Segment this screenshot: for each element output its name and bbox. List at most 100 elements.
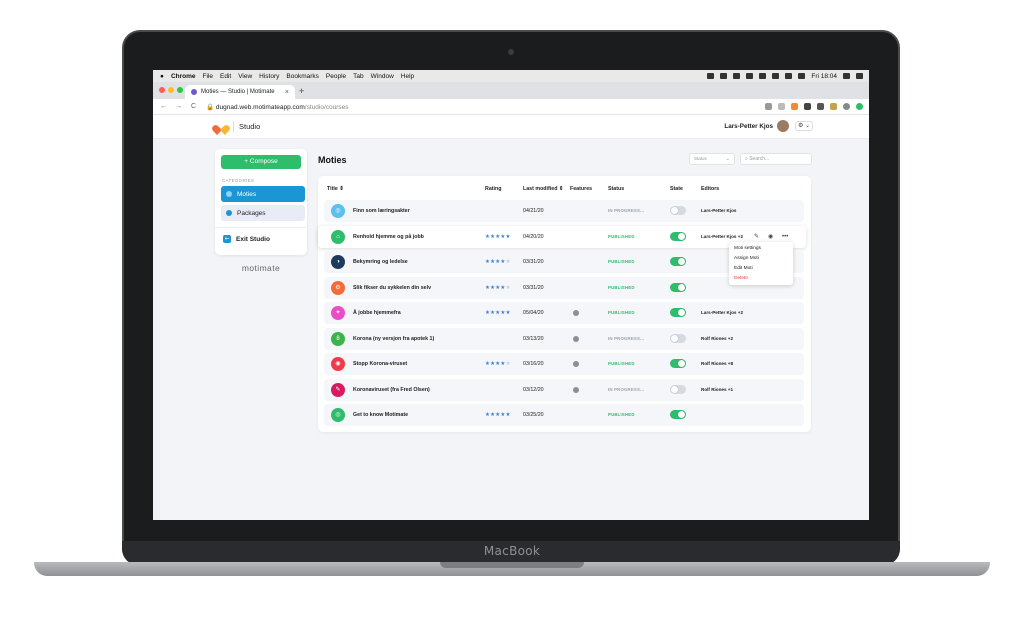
sidebar-item-moties[interactable]: Moties [221,186,305,202]
table-row[interactable]: ◉ Stopp Korona-viruset ★★★★★ 03/16/20 PUBLIS… [324,353,804,375]
settings-dropdown-button[interactable]: ⚙ ⌄ [795,121,813,131]
volume-icon[interactable] [785,73,793,79]
search-placeholder: Search... [749,156,770,162]
profile-avatar[interactable] [843,103,850,110]
menu-help[interactable]: Help [401,73,414,80]
table-row[interactable]: 8 Korona (ny versjon fra apotek 1) 03/13/2… [324,327,804,350]
exit-studio-button[interactable]: ⇠ Exit Studio [223,235,270,243]
airplay-icon[interactable] [746,73,754,79]
state-toggle[interactable] [670,410,686,419]
table-row[interactable]: ◎ Finn som læringsakter 04/21/20 IN PROGRES… [324,200,804,222]
state-toggle[interactable] [670,231,686,241]
menu-item-moti-settings[interactable]: Moti settings [734,246,761,251]
table-row[interactable]: ◎ Get to know Motimate ★★★★★ 03/25/20 PUBLIS… [324,404,804,426]
dropbox-icon[interactable] [707,73,715,79]
menu-view[interactable]: View [238,73,252,80]
row-title[interactable]: Slik fikser du sykkelen din selv [353,277,431,299]
sidebar-item-packages[interactable]: Packages [221,205,305,221]
moti-icon: ⌂ [331,229,345,244]
close-tab-icon[interactable]: × [285,89,289,96]
drive-icon[interactable] [733,73,741,79]
row-title[interactable]: Korona (ny versjon fra apotek 1) [353,328,434,350]
row-editors: Rolf Riones +8 [701,361,734,366]
menu-bookmarks[interactable]: Bookmarks [286,73,319,80]
new-tab-button[interactable]: + [299,86,304,96]
menu-item-edit-moti[interactable]: Edit Moti [734,266,753,271]
maximize-window-icon[interactable] [177,87,183,93]
column-header-title[interactable]: Title ⇕ [327,186,344,192]
row-title[interactable]: Renhold hjemme og på jobb [353,226,424,248]
bluetooth-icon[interactable] [759,73,767,79]
menu-people[interactable]: People [326,73,346,80]
table-row[interactable]: ✦ Å jobbe hjemmefra ★★★★★ 05/04/20 PUBLISHED… [324,302,804,324]
row-title[interactable]: Å jobbe hjemmefra [353,302,401,324]
avatar[interactable] [777,120,789,132]
state-toggle[interactable] [670,308,686,317]
toggle-knob [671,334,678,342]
close-window-icon[interactable] [159,87,165,93]
exit-label: Exit Studio [236,235,270,243]
notification-center-icon[interactable] [856,73,863,79]
menubar-clock[interactable]: Fri 18:04 [811,73,837,80]
row-title[interactable]: Get to know Motimate [353,404,408,426]
status-badge: PUBLISHED [608,412,635,417]
row-editors: Lars-Petter Kjos [701,208,737,213]
menu-file[interactable]: File [203,73,213,80]
menu-history[interactable]: History [259,73,279,80]
sidebar-item-label: Packages [237,209,266,217]
moti-icon: ✎ [331,382,345,397]
row-modified-date: 03/31/20 [523,259,544,265]
row-title[interactable]: Koronaviruset (fra Fred Olsen) [353,379,430,401]
toggle-knob [678,232,685,240]
extension-icon[interactable] [791,103,798,110]
menu-window[interactable]: Window [371,73,394,80]
extension-icon[interactable] [856,103,863,110]
state-toggle[interactable] [670,206,686,215]
reload-icon[interactable]: C [189,103,198,110]
motimate-logo-icon[interactable] [215,121,227,131]
menu-edit[interactable]: Edit [220,73,231,80]
wifi-icon[interactable] [772,73,780,79]
state-toggle[interactable] [670,333,686,343]
state-toggle[interactable] [670,282,686,292]
moti-icon: ⚙ [331,280,345,295]
camera-icon [508,49,514,55]
row-title[interactable]: Bekymring og ledelse [353,251,408,273]
search-input[interactable]: ⌕ Search... [740,153,812,165]
row-modified-date: 03/13/20 [523,335,544,342]
status-filter-select[interactable]: Status ⌄ [689,153,735,165]
state-toggle[interactable] [670,359,686,368]
row-modified-date: 03/25/20 [523,412,544,418]
macos-menubar: ● Chrome File Edit View History Bookmark… [153,70,869,82]
row-modified-date: 04/21/20 [523,208,544,214]
apple-menu-icon[interactable]: ● [160,73,164,80]
menu-chrome[interactable]: Chrome [171,73,196,80]
compose-button[interactable]: + Compose [221,155,301,169]
back-icon[interactable]: ← [159,103,168,110]
row-title[interactable]: Stopp Korona-viruset [353,353,407,375]
row-editors: Rolf Riones +1 [701,386,734,392]
extension-icon[interactable] [830,103,837,110]
laptop-notch [440,562,584,568]
user-name[interactable]: Lars-Petter Kjos [724,123,773,130]
tray-app-icon[interactable] [720,73,728,79]
battery-icon[interactable] [798,73,806,79]
table-row[interactable]: ✎ Koronaviruset (fra Fred Olsen) 03/12/20 I… [324,378,804,401]
extension-icon[interactable] [804,103,811,110]
bookmark-star-icon[interactable] [778,103,785,110]
browser-tab-active[interactable]: Moties — Studio | Motimate × [185,85,295,99]
forward-icon[interactable]: → [174,103,183,110]
extension-icon[interactable] [817,103,824,110]
row-modified-date: 05/04/20 [523,310,544,316]
minimize-window-icon[interactable] [168,87,174,93]
column-header-modified[interactable]: Last modified ⇕ [523,186,563,192]
state-toggle[interactable] [670,257,686,266]
zoom-icon[interactable] [765,103,772,110]
menu-tab[interactable]: Tab [353,73,363,80]
menu-item-delete[interactable]: Delete [734,276,748,281]
spotlight-icon[interactable] [843,73,850,79]
row-title[interactable]: Finn som læringsakter [353,200,410,222]
state-toggle[interactable] [670,384,686,394]
menu-item-assign-moti[interactable]: Assign Moti [734,256,759,261]
url-field[interactable]: 🔒 dugnad.web.motimateapp.com/studio/cour… [206,103,349,111]
